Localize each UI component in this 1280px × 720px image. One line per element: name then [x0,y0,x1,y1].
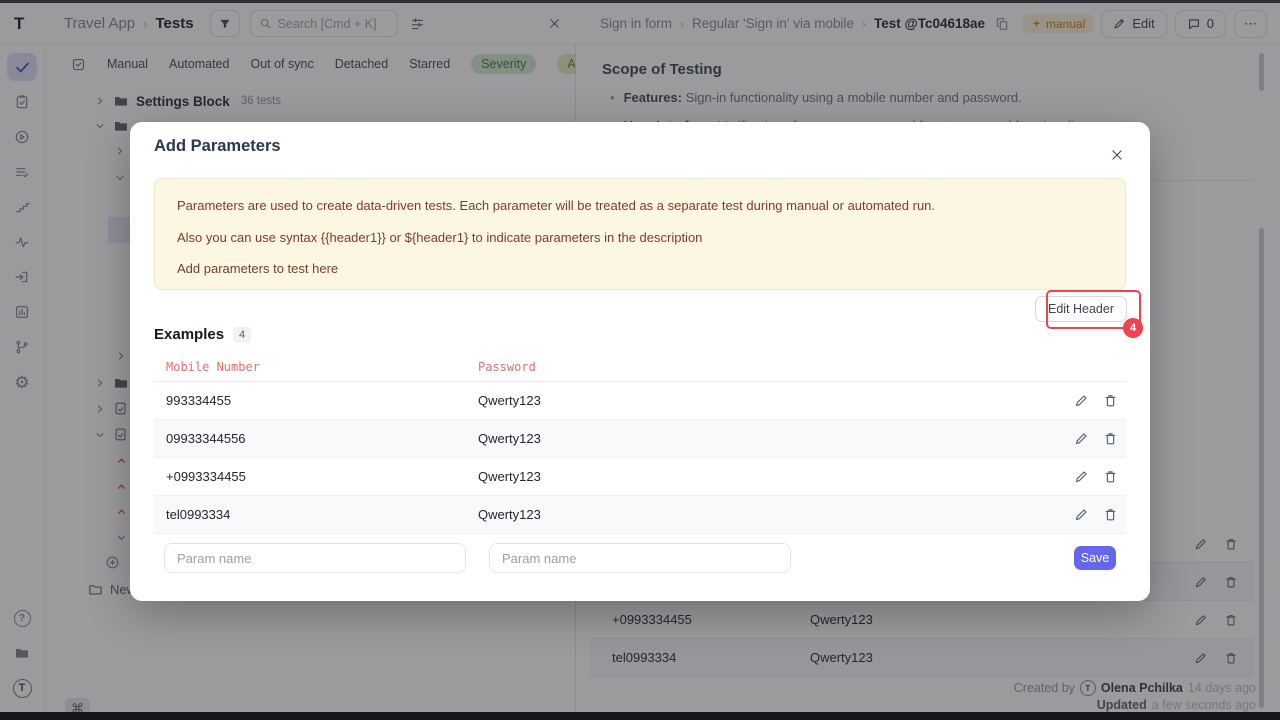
table-row: tel0993334 Qwerty123 [154,496,1126,534]
param-name-input-1[interactable] [164,543,466,573]
pencil-icon [1074,507,1089,522]
edit-row-button[interactable] [1074,469,1089,484]
cell-mobile: +0993334455 [154,469,478,484]
delete-row-button[interactable] [1103,393,1118,408]
table-row: 993334455 Qwerty123 [154,382,1126,420]
cell-mobile: 09933344556 [154,431,478,446]
cell-mobile: 993334455 [154,393,478,408]
delete-row-button[interactable] [1103,431,1118,446]
examples-table: Mobile Number Password 993334455 Qwerty1… [154,352,1126,534]
param-name-input-2[interactable] [489,543,791,573]
cell-password: Qwerty123 [478,507,1074,522]
trash-icon [1103,469,1118,484]
trash-icon [1103,431,1118,446]
pencil-icon [1074,431,1089,446]
pencil-icon [1074,393,1089,408]
examples-title: Examples [154,326,224,343]
examples-count-badge: 4 [233,327,251,343]
info-line: Parameters are used to create data-drive… [177,198,1103,213]
modal-title: Add Parameters [154,137,281,156]
annotation-step-badge: 4 [1123,318,1143,338]
new-param-row: Save [164,542,1116,574]
cell-password: Qwerty123 [478,431,1074,446]
edit-row-button[interactable] [1074,507,1089,522]
delete-row-button[interactable] [1103,507,1118,522]
delete-row-button[interactable] [1103,469,1118,484]
edit-row-button[interactable] [1074,431,1089,446]
parameters-info-box: Parameters are used to create data-drive… [154,178,1126,290]
column-header-mobile: Mobile Number [154,360,478,374]
cell-password: Qwerty123 [478,393,1074,408]
column-header-password: Password [478,360,1126,374]
trash-icon [1103,507,1118,522]
pencil-icon [1074,469,1089,484]
table-header-row: Mobile Number Password [154,352,1126,382]
info-line: Add parameters to test here [177,261,1103,276]
cell-mobile: tel0993334 [154,507,478,522]
add-parameters-modal: Add Parameters Parameters are used to cr… [130,122,1150,601]
examples-heading: Examples 4 [154,326,251,343]
table-row: +0993334455 Qwerty123 [154,458,1126,496]
close-icon [1110,148,1124,162]
table-row: 09933344556 Qwerty123 [154,420,1126,458]
edit-row-button[interactable] [1074,393,1089,408]
cell-password: Qwerty123 [478,469,1074,484]
save-button[interactable]: Save [1074,546,1116,570]
info-line: Also you can use syntax {{header1}} or $… [177,230,1103,245]
modal-close-button[interactable] [1106,144,1128,166]
trash-icon [1103,393,1118,408]
